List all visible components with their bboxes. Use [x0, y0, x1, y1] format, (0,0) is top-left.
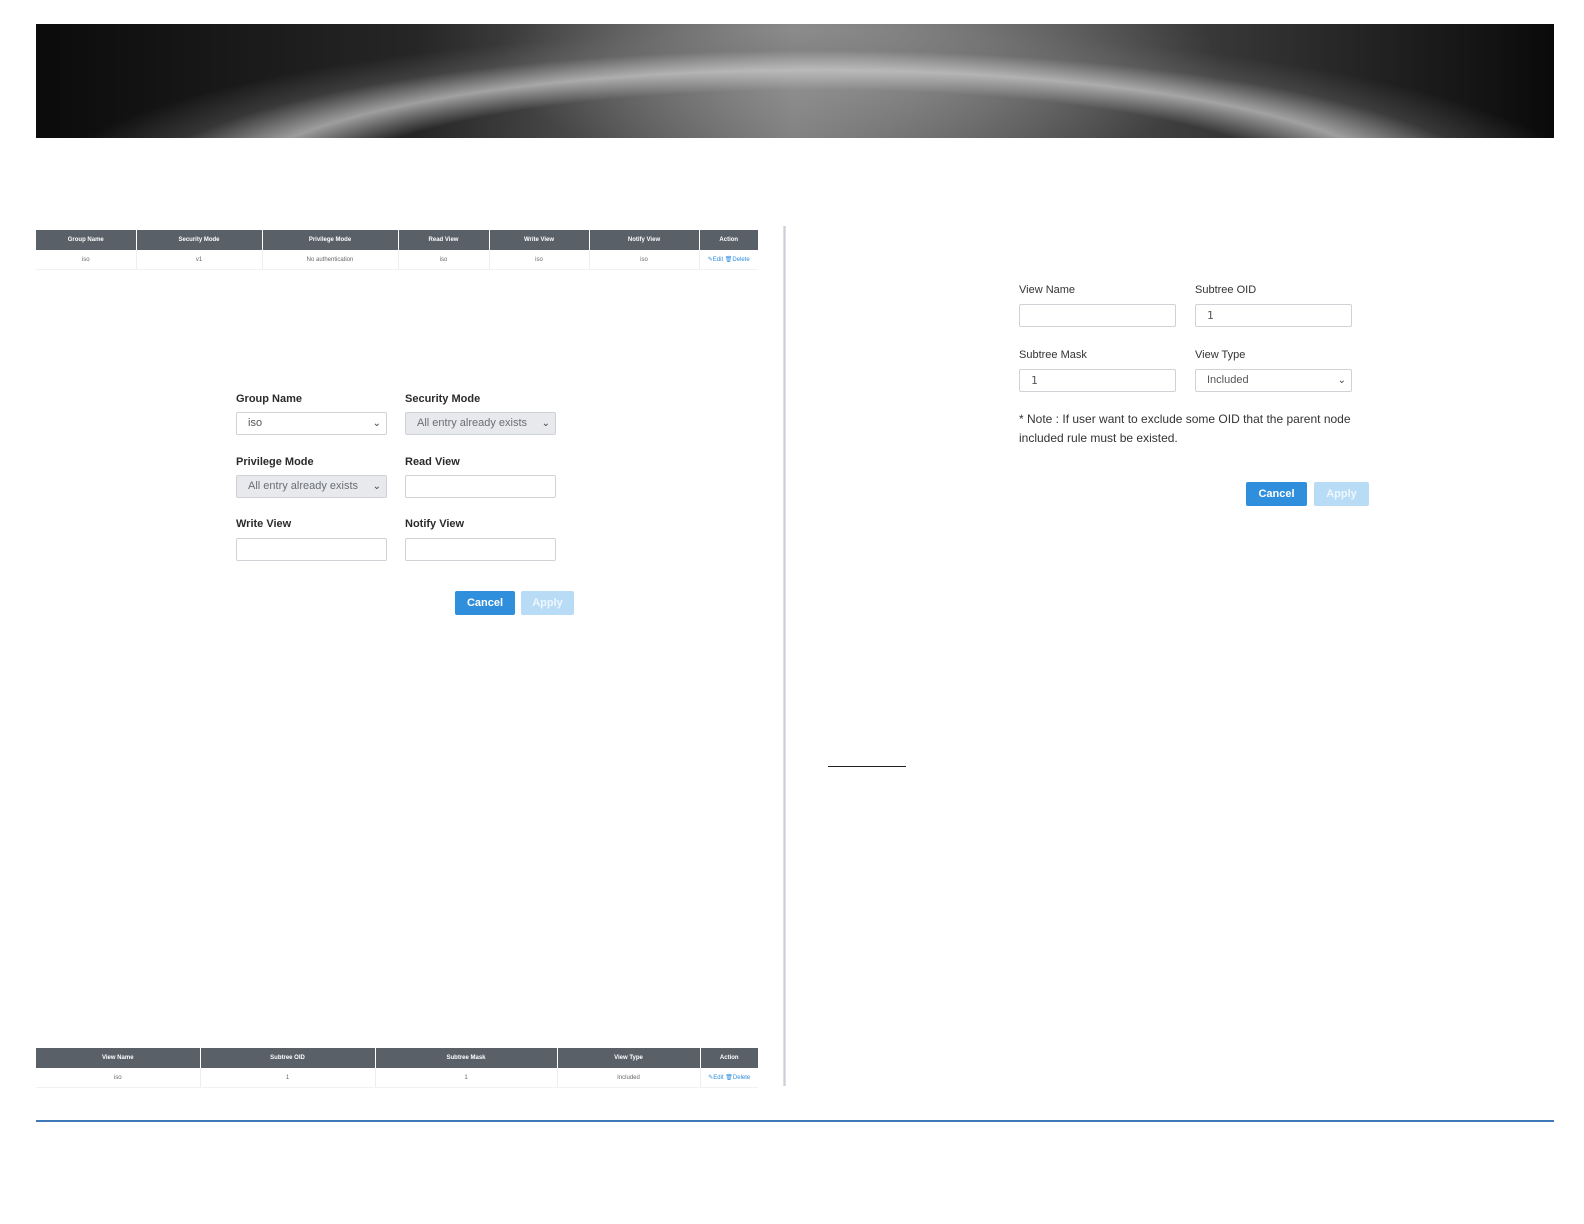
table-cell: No authentication: [262, 250, 399, 270]
subtree-mask-label: Subtree Mask: [1019, 349, 1087, 361]
column-header: Security Mode: [136, 230, 263, 250]
underline-rule: [828, 766, 906, 767]
subtree-oid-value: 1: [1207, 309, 1214, 322]
table-header-row: View Name Subtree OID Subtree Mask View …: [36, 1048, 758, 1068]
column-header: Write View: [489, 230, 590, 250]
column-header: Read View: [398, 230, 490, 250]
delete-link[interactable]: 🗑Delete: [725, 1075, 750, 1081]
chevron-down-icon: ⌄: [541, 418, 550, 429]
column-divider: [783, 226, 786, 1086]
table-cell: iso: [489, 250, 590, 270]
column-header: View Name: [36, 1048, 201, 1068]
chevron-down-icon: ⌄: [1337, 375, 1346, 386]
view-name-input[interactable]: [1019, 304, 1176, 327]
read-view-input[interactable]: [405, 475, 556, 498]
privilege-mode-label: Privilege Mode: [236, 456, 314, 468]
group-cancel-button[interactable]: Cancel: [455, 591, 515, 615]
edit-link[interactable]: ✎Edit: [708, 1075, 723, 1081]
action-cell: ✎Edit 🗑Delete: [700, 1068, 758, 1088]
table-cell: iso: [36, 250, 137, 270]
column-header: Action: [700, 1048, 758, 1068]
write-view-label: Write View: [236, 518, 292, 530]
table-cell: 1: [200, 1068, 376, 1088]
delete-label: Delete: [732, 257, 750, 263]
table-cell: v1: [136, 250, 263, 270]
subtree-oid-input[interactable]: 1: [1195, 304, 1352, 327]
security-mode-label: Security Mode: [405, 393, 481, 405]
column-header: Notify View: [589, 230, 700, 250]
chevron-down-icon: ⌄: [372, 481, 381, 492]
privilege-mode-select[interactable]: All entry already exists ⌄: [236, 475, 387, 498]
footer-rule: [36, 1120, 1554, 1122]
notify-view-input[interactable]: [405, 538, 556, 561]
delete-link[interactable]: 🗑Delete: [725, 257, 750, 263]
table-cell: Included: [557, 1068, 701, 1088]
view-cancel-button[interactable]: Cancel: [1246, 482, 1307, 506]
read-view-label: Read View: [405, 456, 460, 468]
column-header: Action: [699, 230, 758, 250]
table-row: iso v1 No authentication iso iso iso ✎Ed…: [36, 250, 758, 270]
group-name-select[interactable]: iso ⌄: [236, 412, 387, 435]
edit-label: Edit: [713, 1075, 724, 1081]
group-name-label: Group Name: [236, 393, 303, 405]
notify-view-label: Notify View: [405, 518, 465, 530]
table-cell: 1: [375, 1068, 558, 1088]
table-cell: iso: [398, 250, 490, 270]
edit-link[interactable]: ✎Edit: [708, 257, 723, 263]
column-header: Subtree OID: [200, 1048, 376, 1068]
view-type-value: Included: [1207, 374, 1249, 386]
subtree-oid-label: Subtree OID: [1195, 284, 1257, 296]
column-header: Privilege Mode: [262, 230, 399, 250]
privilege-mode-value: All entry already exists: [248, 480, 359, 492]
security-mode-value: All entry already exists: [417, 417, 528, 429]
edit-label: Edit: [712, 257, 724, 263]
view-note: * Note : If user want to exclude some OI…: [1019, 412, 1351, 445]
column-header: View Type: [557, 1048, 701, 1068]
view-name-label: View Name: [1019, 284, 1076, 296]
group-name-value: iso: [248, 417, 263, 429]
table-cell: iso: [589, 250, 700, 270]
action-cell: ✎Edit 🗑Delete: [699, 250, 758, 270]
view-type-label: View Type: [1195, 349, 1246, 361]
table-cell: iso: [36, 1068, 201, 1088]
subtree-mask-input[interactable]: 1: [1019, 369, 1176, 392]
trash-icon: 🗑: [725, 1075, 733, 1081]
group-apply-button[interactable]: Apply: [521, 591, 574, 615]
column-header: Subtree Mask: [375, 1048, 558, 1068]
header-banner: [36, 24, 1554, 138]
table-row: iso 1 1 Included ✎Edit 🗑Delete: [36, 1068, 758, 1088]
security-mode-select[interactable]: All entry already exists ⌄: [405, 412, 556, 435]
table-header-row: Group Name Security Mode Privilege Mode …: [36, 230, 758, 250]
column-header: Group Name: [36, 230, 137, 250]
view-apply-button[interactable]: Apply: [1314, 482, 1369, 506]
group-table: Group Name Security Mode Privilege Mode …: [36, 230, 758, 270]
delete-label: Delete: [732, 1075, 751, 1081]
subtree-mask-value: 1: [1031, 374, 1038, 387]
view-table: View Name Subtree OID Subtree Mask View …: [36, 1048, 758, 1088]
chevron-down-icon: ⌄: [372, 418, 381, 429]
view-type-select[interactable]: Included ⌄: [1195, 369, 1352, 392]
write-view-input[interactable]: [236, 538, 387, 561]
